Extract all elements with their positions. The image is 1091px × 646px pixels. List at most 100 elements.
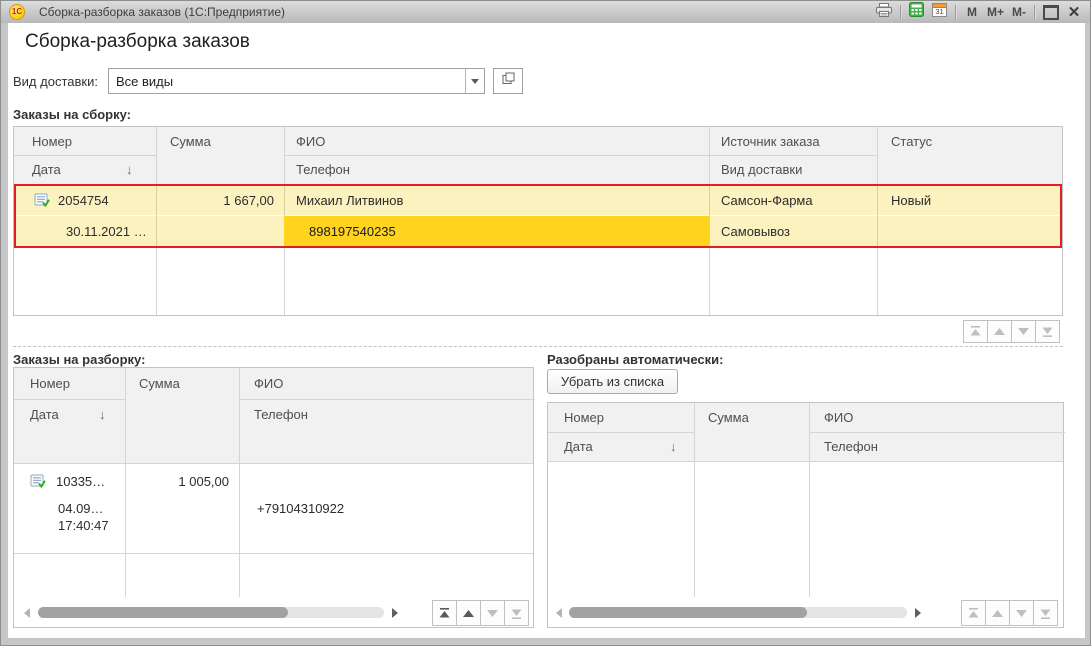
row-up-button[interactable] (456, 600, 481, 626)
disassembly-order-row[interactable]: 10335… 1 005,00 04.09… 17:40:47 +7910431… (14, 465, 533, 554)
column-header-sum[interactable]: Сумма (139, 368, 180, 399)
cell-sum[interactable]: 1 005,00 (125, 471, 229, 491)
window-title: Сборка-разборка заказов (1С:Предприятие) (39, 5, 285, 19)
delivery-type-combobox[interactable]: Все виды (108, 68, 485, 94)
column-header-phone[interactable]: Телефон (824, 432, 878, 461)
titlebar-separator (955, 5, 957, 19)
memory-recall-button[interactable]: M (964, 3, 980, 21)
assembly-orders-table: Номер Сумма ФИО Источник заказа Статус Д… (13, 126, 1063, 316)
column-divider (694, 403, 695, 597)
printer-icon (875, 3, 893, 22)
column-header-date[interactable]: Дата (32, 155, 61, 184)
row-column-divider (709, 186, 710, 246)
section-splitter[interactable] (13, 346, 1063, 347)
1c-logo-icon: 1С (9, 4, 25, 20)
cell-time[interactable]: 17:40:47 (58, 516, 109, 534)
sort-descending-icon: ↓ (126, 155, 133, 184)
disassembly-table-nav-buttons (433, 600, 529, 626)
svg-text:31: 31 (936, 7, 944, 16)
close-icon: ✕ (1068, 5, 1081, 20)
sort-descending-icon: ↓ (670, 432, 677, 461)
scroll-left-icon[interactable] (24, 608, 30, 618)
cell-fio[interactable]: Михаил Литвинов (296, 186, 403, 215)
column-header-phone[interactable]: Телефон (296, 155, 350, 184)
row-down-button[interactable] (1009, 600, 1034, 626)
close-button[interactable]: ✕ (1066, 3, 1082, 21)
column-header-number[interactable]: Номер (32, 127, 72, 155)
row-down-button[interactable] (1011, 320, 1036, 343)
app-window: 1С Сборка-разборка заказов (1С:Предприят… (0, 0, 1091, 646)
cell-source[interactable]: Самсон-Фарма (721, 186, 813, 215)
assembly-table-nav-buttons (964, 320, 1060, 343)
row-up-button[interactable] (987, 320, 1012, 343)
print-button[interactable] (875, 3, 893, 21)
go-last-row-button[interactable] (1035, 320, 1060, 343)
cell-phone-active[interactable]: 898197540235 (309, 216, 396, 246)
row-down-button[interactable] (480, 600, 505, 626)
column-header-sum[interactable]: Сумма (170, 127, 211, 155)
sort-descending-icon: ↓ (99, 399, 106, 430)
scrollbar-thumb[interactable] (569, 607, 807, 618)
column-header-number[interactable]: Номер (564, 403, 604, 432)
scroll-right-icon[interactable] (392, 608, 398, 618)
auto-table-nav-buttons (962, 600, 1058, 626)
remove-from-list-button[interactable]: Убрать из списка (547, 369, 678, 394)
calendar-button[interactable]: 31 (932, 3, 948, 21)
combobox-dropdown-button[interactable] (465, 69, 484, 93)
row-column-divider (877, 186, 878, 246)
row-up-button[interactable] (985, 600, 1010, 626)
cell-phone[interactable]: +79104310922 (257, 499, 344, 517)
selected-order-row[interactable]: 2054754 1 667,00 Михаил Литвинов Самсон-… (14, 184, 1062, 248)
auto-section-label: Разобраны автоматически: (547, 352, 723, 367)
cell-delivery[interactable]: Самовывоз (721, 216, 790, 246)
go-first-row-button[interactable] (963, 320, 988, 343)
cell-sum[interactable]: 1 667,00 (156, 186, 274, 215)
calculator-button[interactable] (909, 3, 925, 21)
scroll-right-icon[interactable] (915, 608, 921, 618)
delivery-type-label: Вид доставки: (13, 74, 98, 89)
column-header-status[interactable]: Статус (891, 127, 932, 155)
auto-disassembled-table: Номер Сумма ФИО Дата ↓ Телефон (547, 402, 1064, 628)
choose-from-list-icon (502, 72, 515, 90)
maximize-button[interactable] (1043, 3, 1059, 21)
column-header-delivery[interactable]: Вид доставки (721, 155, 802, 184)
posted-document-icon (34, 186, 50, 215)
go-first-row-button[interactable] (432, 600, 457, 626)
cell-number[interactable]: 2054754 (58, 186, 109, 215)
cell-status[interactable]: Новый (891, 186, 931, 215)
column-header-phone[interactable]: Телефон (254, 399, 308, 430)
go-last-row-button[interactable] (1033, 600, 1058, 626)
column-header-source[interactable]: Источник заказа (721, 127, 820, 155)
posted-document-icon (30, 471, 46, 491)
calendar-icon: 31 (932, 2, 947, 22)
delivery-type-value[interactable]: Все виды (109, 69, 465, 93)
titlebar-separator (1034, 5, 1036, 19)
column-header-sum[interactable]: Сумма (708, 403, 749, 432)
memory-plus-button[interactable]: M+ (987, 3, 1004, 21)
cell-date[interactable]: 30.11.2021 … (66, 216, 147, 246)
delivery-type-choose-button[interactable] (493, 68, 523, 94)
form-content: Сборка-разборка заказов Вид доставки: Вс… (8, 23, 1085, 638)
column-header-number[interactable]: Номер (30, 368, 70, 399)
cell-number[interactable]: 10335… (56, 471, 105, 491)
column-header-fio[interactable]: ФИО (296, 127, 325, 155)
scroll-left-icon[interactable] (556, 608, 562, 618)
page-title: Сборка-разборка заказов (25, 31, 250, 53)
column-header-date[interactable]: Дата (30, 399, 59, 430)
disassembly-orders-table: Номер Сумма ФИО Дата ↓ Телефон 10335… 1 … (13, 367, 534, 628)
memory-minus-button[interactable]: M- (1011, 3, 1027, 21)
go-last-row-button[interactable] (504, 600, 529, 626)
disassembly-section-label: Заказы на разборку: (13, 352, 145, 367)
cell-date[interactable]: 04.09… (58, 499, 104, 517)
assembly-section-label: Заказы на сборку: (13, 107, 131, 122)
chevron-down-icon (471, 79, 479, 84)
title-bar: 1С Сборка-разборка заказов (1С:Предприят… (1, 1, 1090, 23)
maximize-icon (1043, 5, 1059, 20)
column-header-fio[interactable]: ФИО (254, 368, 283, 399)
go-first-row-button[interactable] (961, 600, 986, 626)
column-header-date[interactable]: Дата (564, 432, 593, 461)
scrollbar-thumb[interactable] (38, 607, 288, 618)
titlebar-separator (900, 5, 902, 19)
column-header-fio[interactable]: ФИО (824, 403, 853, 432)
calculator-icon (909, 2, 924, 22)
